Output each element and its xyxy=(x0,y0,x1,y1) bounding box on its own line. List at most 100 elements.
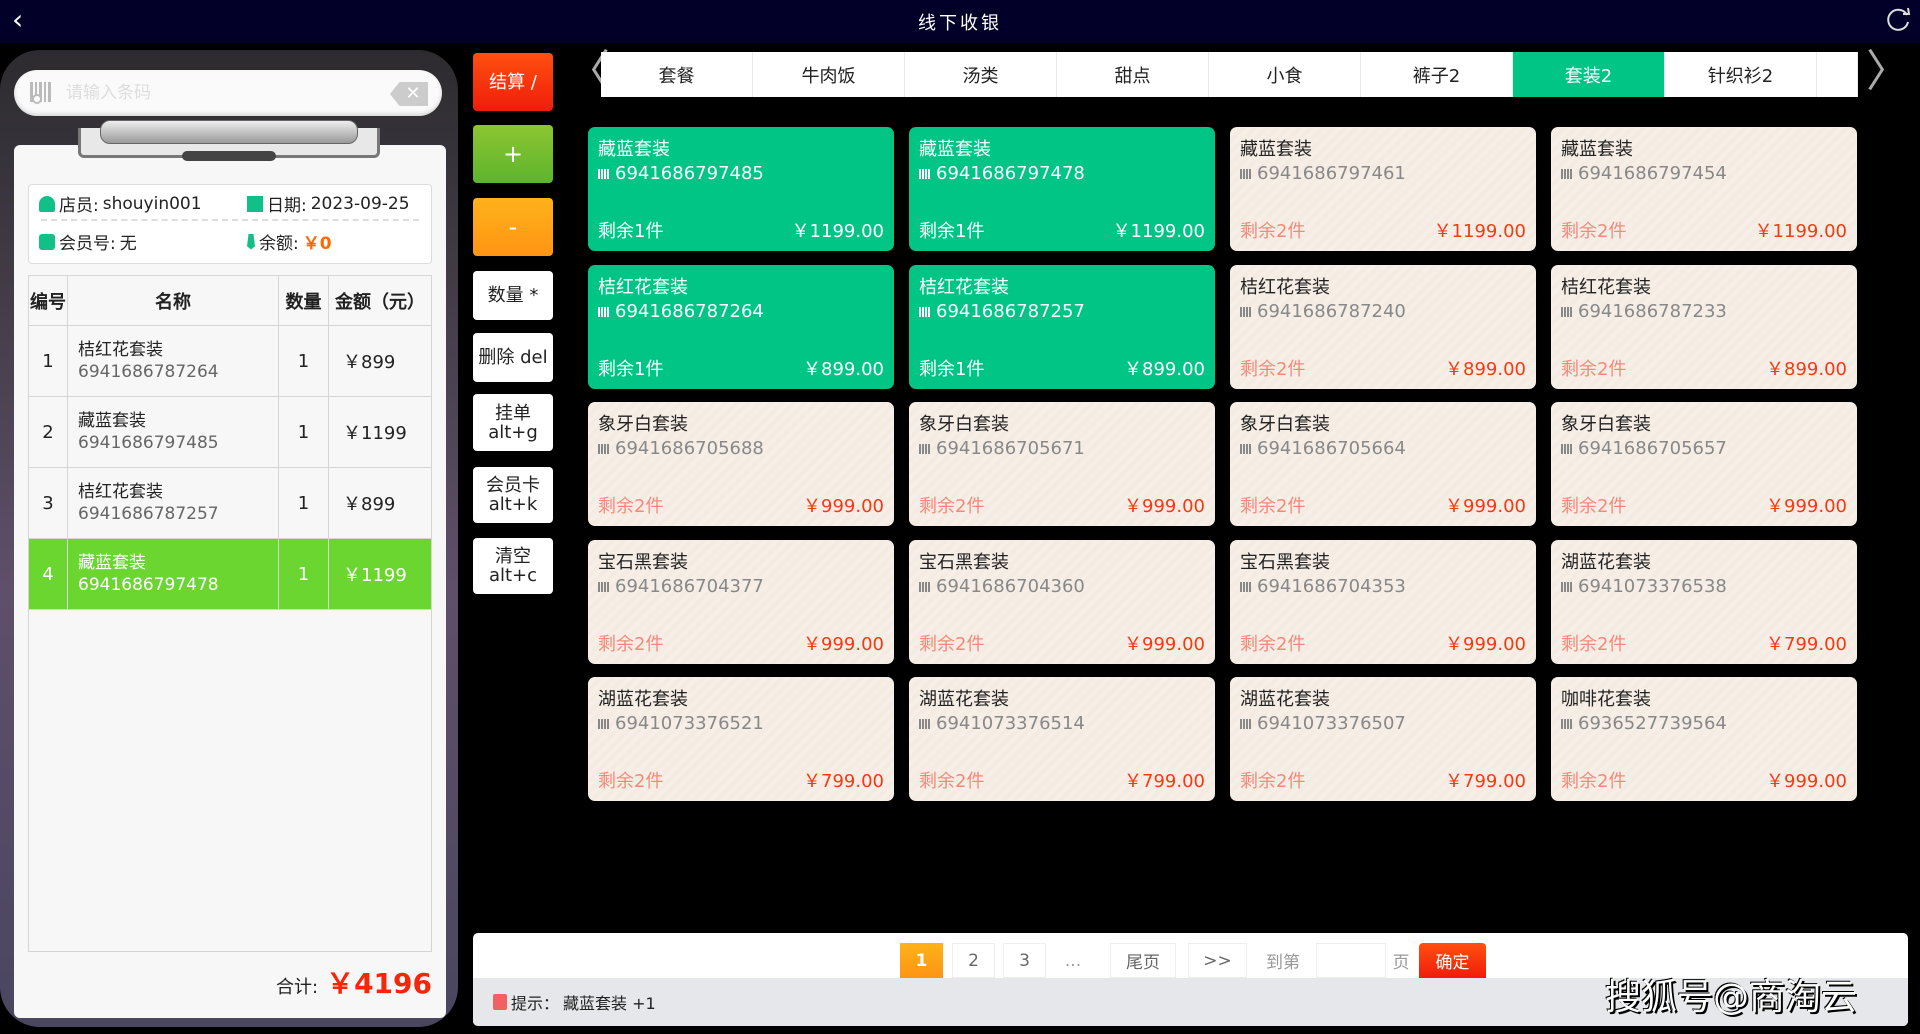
tab-8[interactable]: 针织衫2 xyxy=(1665,52,1817,97)
barcode-icon xyxy=(1240,718,1252,729)
product-name: 桔红花套装 xyxy=(919,277,1009,298)
clerk-value: shouyin001 xyxy=(102,193,202,214)
product-card[interactable]: 桔红花套装 6941686787240 剩余2件 ￥899.00 xyxy=(1230,265,1536,389)
row-product: 藏蓝套装 6941686797485 xyxy=(68,397,279,467)
product-code-row: 6941686787233 xyxy=(1561,301,1847,322)
product-card[interactable]: 象牙白套装 6941686705688 剩余2件 ￥999.00 xyxy=(588,402,894,526)
product-price: ￥1199.00 xyxy=(1433,221,1526,242)
tab-3[interactable]: 汤类 xyxy=(905,52,1057,97)
hold-order-button[interactable]: 挂单 alt+g xyxy=(473,394,553,451)
page-label: 页 xyxy=(1386,943,1416,978)
barcode-icon xyxy=(1240,168,1252,179)
product-card[interactable]: 桔红花套装 6941686787233 剩余2件 ￥899.00 xyxy=(1551,265,1857,389)
product-card[interactable]: 藏蓝套装 6941686797454 剩余2件 ￥1199.00 xyxy=(1551,127,1857,251)
product-card[interactable]: 象牙白套装 6941686705657 剩余2件 ￥999.00 xyxy=(1551,402,1857,526)
clear-input-icon[interactable]: ✕ xyxy=(390,82,428,106)
barcode-icon xyxy=(1240,443,1252,454)
product-name: 藏蓝套装 xyxy=(919,139,991,160)
barcode-input[interactable] xyxy=(66,78,366,108)
confirm-button[interactable]: 确定 xyxy=(1419,943,1486,978)
product-stock: 剩余2件 xyxy=(1561,771,1627,792)
product-name: 宝石黑套装 xyxy=(598,552,688,573)
table-row[interactable]: 3 桔红花套装 6941686787257 1 ￥899 xyxy=(29,468,431,539)
divider xyxy=(41,219,419,221)
tabs-next-icon[interactable]: 〉 xyxy=(1866,50,1910,94)
product-name: 桔红花套装 xyxy=(1561,277,1651,298)
row-amount: ￥899 xyxy=(343,494,396,515)
product-code-row: 6941073376521 xyxy=(598,713,884,734)
watermark: 搜狐号@商淘云 xyxy=(1605,977,1858,1018)
product-card[interactable]: 湖蓝花套装 6941073376521 剩余2件 ￥799.00 xyxy=(588,677,894,801)
row-code: 6941686787257 xyxy=(78,504,219,524)
category-tabs: 套餐 牛肉饭 汤类 甜点 小食 裤子2 套装2 针织衫2 xyxy=(601,52,1858,97)
product-stock: 剩余2件 xyxy=(919,771,985,792)
next-page-button[interactable]: >> xyxy=(1188,943,1247,978)
tab-2[interactable]: 牛肉饭 xyxy=(753,52,905,97)
table-header: 编号 名称 数量 金额（元） xyxy=(29,276,431,326)
product-card[interactable]: 宝石黑套装 6941686704360 剩余2件 ￥999.00 xyxy=(909,540,1215,664)
product-code: 6941686797461 xyxy=(1257,163,1406,184)
decrease-button[interactable]: - xyxy=(473,198,553,256)
col-qty: 数量 xyxy=(279,276,329,325)
refresh-icon[interactable] xyxy=(1884,6,1912,34)
tab-9[interactable] xyxy=(1817,52,1858,97)
page-2[interactable]: 2 xyxy=(952,943,995,978)
product-price: ￥999.00 xyxy=(803,634,884,655)
product-stock: 剩余2件 xyxy=(598,771,664,792)
page-1[interactable]: 1 xyxy=(900,943,943,978)
product-code: 6941686704353 xyxy=(1257,576,1406,597)
product-price: ￥799.00 xyxy=(1445,771,1526,792)
product-card[interactable]: 象牙白套装 6941686705664 剩余2件 ￥999.00 xyxy=(1230,402,1536,526)
tab-6[interactable]: 裤子2 xyxy=(1361,52,1513,97)
member-card-label: 会员卡 xyxy=(486,475,540,496)
product-code-row: 6941686787257 xyxy=(919,301,1205,322)
quantity-button[interactable]: 数量 * xyxy=(473,271,553,320)
col-name: 名称 xyxy=(68,276,279,325)
product-card[interactable]: 象牙白套装 6941686705671 剩余2件 ￥999.00 xyxy=(909,402,1215,526)
clear-cart-button[interactable]: 清空 alt+c xyxy=(473,538,553,594)
product-stock: 剩余2件 xyxy=(1240,221,1306,242)
tab-4[interactable]: 甜点 xyxy=(1057,52,1209,97)
product-card[interactable]: 桔红花套装 6941686787264 剩余1件 ￥899.00 xyxy=(588,265,894,389)
goto-page-input[interactable] xyxy=(1316,943,1386,978)
barcode-icon xyxy=(598,443,610,454)
tab-5[interactable]: 小食 xyxy=(1209,52,1361,97)
product-card[interactable]: 湖蓝花套装 6941073376514 剩余2件 ￥799.00 xyxy=(909,677,1215,801)
clear-shortcut: alt+c xyxy=(488,565,538,586)
date-label: 日期: xyxy=(267,196,307,216)
last-page-button[interactable]: 尾页 xyxy=(1110,943,1176,978)
tab-1[interactable]: 套餐 xyxy=(601,52,753,97)
checkout-button[interactable]: 结算 / xyxy=(473,53,553,111)
product-card[interactable]: 藏蓝套装 6941686797461 剩余2件 ￥1199.00 xyxy=(1230,127,1536,251)
hold-shortcut: alt+g xyxy=(488,421,538,443)
increase-button[interactable]: + xyxy=(473,125,553,183)
product-card[interactable]: 湖蓝花套装 6941073376538 剩余2件 ￥799.00 xyxy=(1551,540,1857,664)
product-code-row: 6941073376507 xyxy=(1240,713,1526,734)
top-bar: ‹ 线下收银 xyxy=(0,0,1920,43)
product-code: 6941686787233 xyxy=(1578,301,1727,322)
product-card[interactable]: 桔红花套装 6941686787257 剩余1件 ￥899.00 xyxy=(909,265,1215,389)
page-3[interactable]: 3 xyxy=(1003,943,1046,978)
product-price: ￥1199.00 xyxy=(791,221,884,242)
product-stock: 剩余2件 xyxy=(1561,496,1627,517)
row-product: 桔红花套装 6941686787264 xyxy=(68,326,279,396)
product-code: 6941686787257 xyxy=(936,301,1085,322)
product-code-row: 6941686797485 xyxy=(598,163,884,184)
wallet-icon xyxy=(39,233,55,250)
member-card-button[interactable]: 会员卡 alt+k xyxy=(473,467,553,523)
product-card[interactable]: 藏蓝套装 6941686797485 剩余1件 ￥1199.00 xyxy=(588,127,894,251)
table-row[interactable]: 1 桔红花套装 6941686787264 1 ￥899 xyxy=(29,326,431,397)
table-row[interactable]: 2 藏蓝套装 6941686797485 1 ￥1199 xyxy=(29,397,431,468)
product-card[interactable]: 咖啡花套装 6936527739564 剩余2件 ￥999.00 xyxy=(1551,677,1857,801)
product-price: ￥799.00 xyxy=(1124,771,1205,792)
row-amount: ￥899 xyxy=(343,352,396,373)
product-card[interactable]: 湖蓝花套装 6941073376507 剩余2件 ￥799.00 xyxy=(1230,677,1536,801)
tab-7[interactable]: 套装2 xyxy=(1513,52,1665,97)
product-card[interactable]: 藏蓝套装 6941686797478 剩余1件 ￥1199.00 xyxy=(909,127,1215,251)
delete-button[interactable]: 删除 del xyxy=(473,333,553,382)
product-code-row: 6941686787264 xyxy=(598,301,884,322)
product-card[interactable]: 宝石黑套装 6941686704377 剩余2件 ￥999.00 xyxy=(588,540,894,664)
product-stock: 剩余2件 xyxy=(1240,634,1306,655)
table-row[interactable]: 4 藏蓝套装 6941686797478 1 ￥1199 xyxy=(29,539,431,610)
product-card[interactable]: 宝石黑套装 6941686704353 剩余2件 ￥999.00 xyxy=(1230,540,1536,664)
